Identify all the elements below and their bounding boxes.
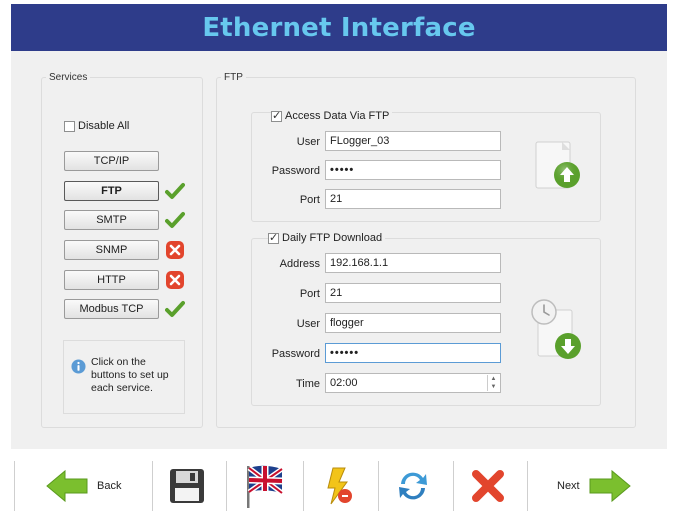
access-password-field[interactable]: ••••• <box>325 160 501 180</box>
access-port-field[interactable]: 21 <box>325 189 501 209</box>
next-arrow-icon <box>589 469 631 503</box>
uk-flag-icon <box>247 465 284 508</box>
service-button-snmp[interactable]: SNMP <box>64 240 159 260</box>
time-label: Time <box>295 378 320 390</box>
toolbar-divider <box>226 461 227 511</box>
refresh-icon <box>399 472 427 500</box>
access-data-label: Access Data Via FTP <box>285 110 390 122</box>
daily-download-checkbox[interactable]: Daily FTP Download <box>268 231 386 244</box>
daily-download-box[interactable] <box>268 231 279 244</box>
back-label: Back <box>97 480 122 492</box>
port-label: Port <box>299 194 320 206</box>
daily-download-label: Daily FTP Download <box>282 232 383 244</box>
daily-user-label: User <box>296 318 320 330</box>
next-button[interactable]: Next <box>557 465 632 507</box>
close-icon <box>472 470 504 502</box>
toolbar-divider <box>152 461 153 511</box>
bottom-toolbar: Back Next <box>11 457 667 515</box>
smtp-enabled-check-icon <box>165 212 185 228</box>
service-button-modbus-tcp[interactable]: Modbus TCP <box>64 299 159 319</box>
power-settings-button[interactable] <box>321 465 355 507</box>
refresh-button[interactable] <box>395 465 431 507</box>
access-user-field[interactable]: FLogger_03 <box>325 131 501 151</box>
ftp-enabled-check-icon <box>165 183 185 199</box>
save-button[interactable] <box>169 465 205 507</box>
daily-port-field[interactable]: 21 <box>325 283 501 303</box>
cancel-button[interactable] <box>471 465 505 507</box>
ftp-upload-icon <box>535 141 580 189</box>
toolbar-divider <box>14 461 15 511</box>
snmp-disabled-cross-icon <box>166 241 184 259</box>
time-spinbox[interactable]: 02:00 ▲ ▼ <box>325 373 501 393</box>
toolbar-divider <box>453 461 454 511</box>
lightning-icon <box>327 467 352 505</box>
ftp-legend: FTP <box>224 72 243 83</box>
back-button[interactable]: Back <box>45 465 121 507</box>
title-bar: Ethernet Interface <box>11 4 667 51</box>
save-disk-icon <box>170 469 204 503</box>
user-label: User <box>296 136 320 148</box>
toolbar-divider <box>378 461 379 511</box>
daily-address-field[interactable]: 192.168.1.1 <box>325 253 501 273</box>
access-data-box[interactable] <box>271 109 282 122</box>
disable-all-checkbox[interactable]: Disable All <box>64 120 129 132</box>
next-label: Next <box>557 480 580 492</box>
access-data-checkbox[interactable]: Access Data Via FTP <box>271 109 393 122</box>
service-button-http[interactable]: HTTP <box>64 270 159 290</box>
address-label: Address <box>279 258 320 270</box>
spin-down-icon[interactable]: ▼ <box>488 383 499 391</box>
services-legend: Services <box>49 72 88 83</box>
ftp-download-schedule-icon <box>531 299 581 359</box>
daily-password-field[interactable]: •••••• <box>325 343 501 363</box>
page-title: Ethernet Interface <box>202 12 476 43</box>
service-button-tcpip[interactable]: TCP/IP <box>64 151 159 171</box>
disable-all-label: Disable All <box>78 120 130 132</box>
time-spinner[interactable]: ▲ ▼ <box>487 375 499 391</box>
service-button-ftp[interactable]: FTP <box>64 181 159 201</box>
time-value: 02:00 <box>330 377 358 389</box>
daily-user-field[interactable]: flogger <box>325 313 501 333</box>
toolbar-divider <box>527 461 528 511</box>
daily-port-label: Port <box>299 288 320 300</box>
modbus-enabled-check-icon <box>165 301 185 317</box>
daily-password-label: Password <box>271 348 320 360</box>
spin-up-icon[interactable]: ▲ <box>488 375 499 383</box>
password-label: Password <box>271 165 320 177</box>
language-button[interactable] <box>244 465 284 508</box>
service-button-smtp[interactable]: SMTP <box>64 210 159 230</box>
info-text: Click on the buttons to set up each serv… <box>91 356 169 394</box>
info-icon <box>71 359 86 374</box>
back-arrow-icon <box>46 469 88 503</box>
disable-all-box[interactable] <box>64 120 75 132</box>
info-panel: Click on the buttons to set up each serv… <box>63 340 185 414</box>
http-disabled-cross-icon <box>166 271 184 289</box>
toolbar-divider <box>303 461 304 511</box>
